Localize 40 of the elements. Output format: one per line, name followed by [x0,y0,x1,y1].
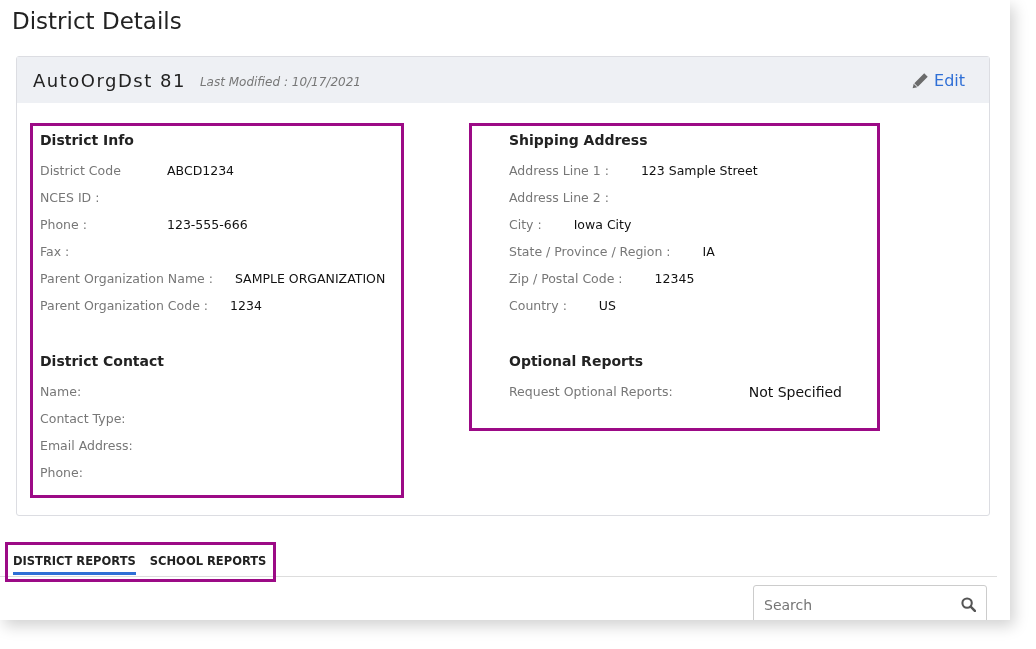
field-value: SAMPLE ORGANIZATION [234,271,386,286]
section-title: Optional Reports [509,352,644,371]
field-label: Fax : [40,244,71,259]
field-label: Parent Organization Name : [40,271,213,286]
field-label: Name: [40,384,82,399]
section-title: Shipping Address [509,131,649,150]
field-label: Request Optional Reports: [509,384,673,399]
edit-link[interactable]: Edit [912,70,965,90]
field-label: NCES ID : [40,190,101,205]
field-label: City : [509,217,542,232]
field-value: 12345 [654,271,695,286]
field-label: Address Line 2 : [509,190,609,205]
field-label: Parent Organization Code : [40,298,209,313]
search-icon [961,597,976,612]
field-label: State / Province / Region : [509,244,671,259]
section-title: District Contact [40,352,165,371]
field-value: US [598,298,616,313]
section-title: District Info [40,131,135,150]
last-modified: Last Modified : 10/17/2021 [199,75,361,89]
field-value: 123-555-666 [167,217,248,232]
field-label: District Code [40,163,122,178]
field-value: 123 Sample Street [640,163,758,178]
field-value: IA [702,244,715,259]
page-title: District Details [11,7,183,36]
field-label: Contact Type: [40,411,126,426]
report-tab[interactable]: DISTRICT REPORTS [13,545,136,575]
field-label: Address Line 1 : [509,163,609,178]
field-value: Not Specified [748,383,842,400]
field-label: Zip / Postal Code : [509,271,623,286]
field-label: Phone : [40,217,88,232]
report-tab[interactable]: SCHOOL REPORTS [149,545,267,575]
field-value: 1234 [230,298,262,313]
field-value: Iowa City [573,217,632,232]
pencil-icon [912,71,929,89]
field-label: Email Address: [40,438,133,453]
field-label: Country : [509,298,567,313]
field-label: Phone: [40,465,83,480]
district-name: AutoOrgDst 81 [33,69,186,91]
field-value: ABCD1234 [167,163,235,178]
search-field[interactable]: Search [753,585,987,620]
